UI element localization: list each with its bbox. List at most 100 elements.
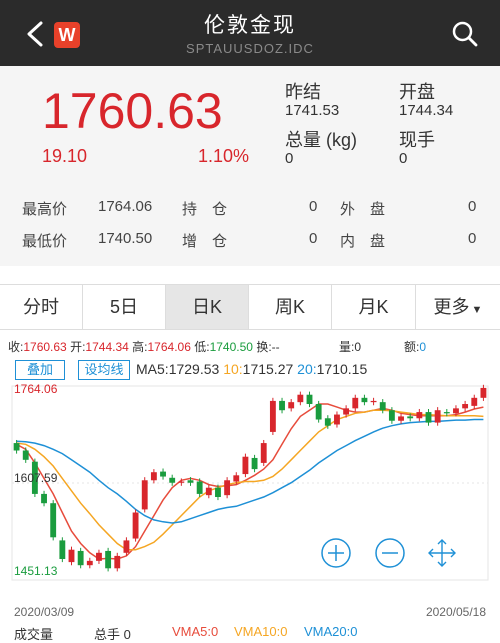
outer-value: 0 [468,198,477,215]
candle-up [224,480,231,496]
tab-5day[interactable]: 5日 [83,285,166,329]
candle-down [315,404,322,420]
candle-up [480,387,487,398]
search-icon[interactable] [451,20,479,48]
candle-down [443,412,450,414]
candle-up [96,552,102,561]
candle-up [398,416,404,421]
vma20-label: VMA20: [304,624,351,639]
zoom-in-icon[interactable] [321,538,351,568]
tab-daily-k[interactable]: 日K [166,285,249,329]
total-hand-value: 0 [123,627,131,642]
candle-up [462,404,469,409]
top-bar: W 伦敦金现 SPTAUUSDOZ.IDC [0,0,500,66]
add-value: 0 [309,230,318,247]
candle-up [260,443,267,463]
info-high-value: 1764.06 [147,340,191,354]
candle-up [233,475,240,482]
candle-down [324,418,331,426]
set-ma-button[interactable]: 设均线 [78,360,130,380]
start-date-label: 2020/03/09 [14,605,74,619]
candle-up [334,414,340,425]
low-label: 最低价 [22,233,68,250]
info-low-value: 1740.50 [209,340,253,354]
info-high-label: 高: [132,340,148,354]
y-low-label: 1451.13 [14,564,58,578]
volume-value: 0 [285,150,294,167]
candle-up [114,555,121,569]
prev-close-value: 1741.53 [285,102,340,119]
candle-up [269,400,276,432]
info-amount-label: 额: [404,340,420,354]
ma-lines [16,403,484,560]
candle-down [196,481,203,494]
candle-up [471,397,478,406]
vma10-value: 0 [280,624,288,639]
quote-panel: 1760.63 19.10 1.10% 昨结 1741.53 开盘 1744.3… [0,66,500,266]
candle-up [86,560,93,566]
last-price: 1760.63 [42,83,223,139]
fullscreen-move-icon[interactable] [428,539,456,567]
info-open-value: 1744.34 [85,340,129,354]
zoom-out-icon[interactable] [375,538,405,568]
candle-up [205,487,212,496]
overlay-button[interactable]: 叠加 [15,360,65,380]
vma5-label: VMA5: [172,624,212,639]
candle-down [59,540,66,560]
low-value: 1740.50 [98,230,153,247]
ma5-value: 1729.53 [168,361,220,377]
page-title: 伦敦金现 [204,14,296,37]
tab-more-label: 更多 [433,297,470,317]
vma5-value: 0 [211,624,219,639]
ma-bar: 叠加 设均线 MA5:1729.53 10:1715.27 20:1710.15 [0,358,500,382]
candle-up [370,400,377,403]
period-tabs: 分时 5日 日K 周K 月K 更多 ▼ [0,284,500,330]
high-value: 1764.06 [98,198,153,215]
candle-down [215,487,221,498]
candlestick-chart[interactable]: 1764.06 1607.59 1451.13 2020/03/09 2020/… [0,380,500,622]
candle-up [68,549,75,563]
open-value: 1744.34 [399,102,454,119]
candle-down [13,443,20,451]
info-open-label: 开: [70,340,86,354]
tab-monthly-k[interactable]: 月K [332,285,416,329]
candle-up [297,394,304,403]
current-hand-value: 0 [399,150,408,167]
ma10-label: 10: [223,361,243,377]
info-close-value: 1760.63 [23,340,67,354]
candle-down [50,503,57,538]
candle-up [178,481,185,483]
candle-up [416,412,423,419]
info-vol-label: 量: [339,340,355,354]
vma20-value: 0 [350,624,358,639]
end-date-label: 2020/05/18 [426,605,486,619]
high-label: 最高价 [22,201,68,218]
open-label: 开盘 [399,82,435,102]
candle-up [434,410,441,423]
tab-intraday[interactable]: 分时 [0,285,83,329]
hold-label: 持 仓 [182,201,228,218]
vol-label: 成交量 [14,627,54,642]
info-turnover-label: 换: [256,340,272,354]
inner-value: 0 [468,230,477,247]
info-turnover-value: -- [271,340,280,354]
tab-more[interactable]: 更多 ▼ [416,285,500,329]
candle-up [123,540,130,553]
total-hand-label: 总手 [94,627,121,642]
dropdown-triangle-icon: ▼ [471,304,483,316]
tab-weekly-k[interactable]: 周K [249,285,332,329]
candle-down [105,550,112,569]
candle-down [41,493,47,504]
candle-down [388,410,395,421]
add-label: 增 仓 [182,233,228,250]
candle-up [288,402,295,409]
candle-up [453,408,459,414]
inner-label: 内 盘 [340,233,386,250]
volume-bar: 成交量 总手 0 VMA5:0 VMA10:0 VMA20:0 [0,622,500,642]
info-close-label: 收: [8,340,24,354]
volume-label: 总量 (kg) [285,130,357,150]
candle-down [361,397,368,403]
candle-down [169,477,176,483]
ma20-label: 20: [297,361,317,377]
ohlc-info-bar: 收:1760.63 开:1744.34 高:1764.06 低:1740.50 … [0,334,500,356]
